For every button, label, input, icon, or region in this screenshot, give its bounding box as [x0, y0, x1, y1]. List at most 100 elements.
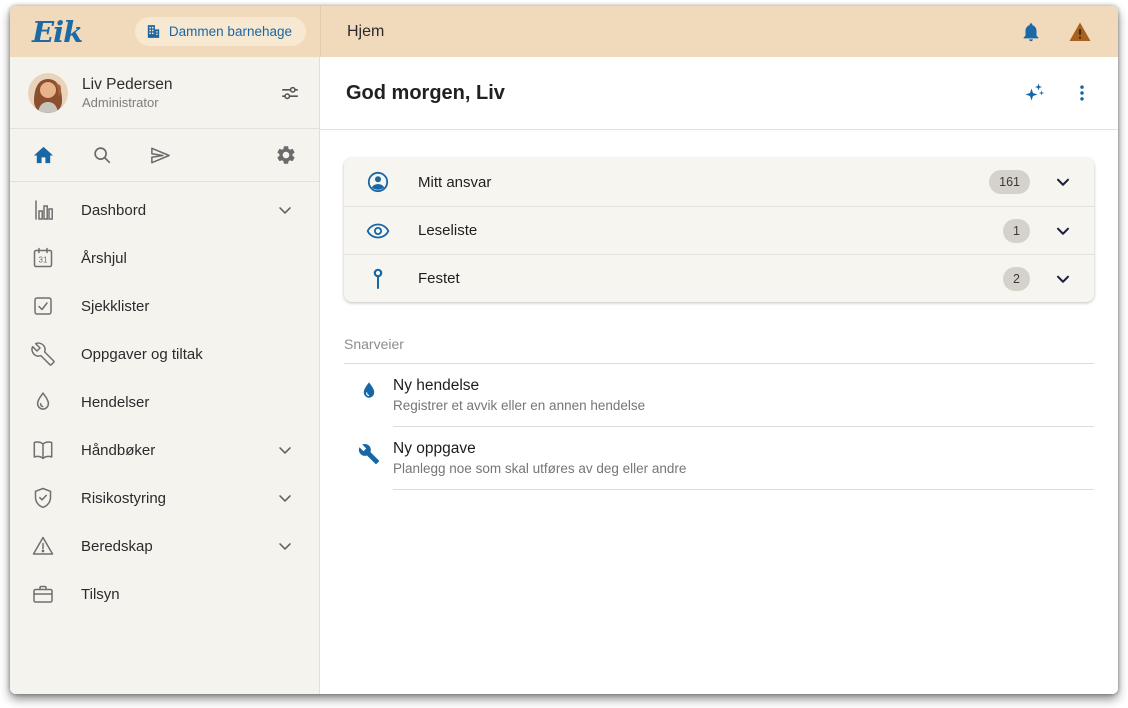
calendar-day-label: 31 [39, 256, 48, 265]
kebab-menu-icon [1072, 83, 1092, 103]
sidebar-item-hendelser[interactable]: Hendelser [10, 378, 319, 426]
droplet-icon [344, 364, 393, 427]
topbar-separator [320, 6, 321, 57]
sidebar-item-label: Dashbord [81, 202, 146, 219]
sidebar-item-beredskap[interactable]: Beredskap [10, 522, 319, 570]
sidebar: Liv Pedersen Administrator [10, 57, 320, 694]
shortcuts-section: Snarveier Ny hendelse Registrer et avvik… [344, 336, 1094, 490]
bell-icon [1020, 21, 1042, 43]
user-meta: Liv Pedersen Administrator [82, 75, 172, 111]
sidebar-item-label: Sjekklister [81, 298, 149, 315]
main-content: Mitt ansvar 161 Leseliste [320, 130, 1118, 694]
tune-icon [279, 82, 301, 104]
count-badge: 2 [1003, 267, 1030, 291]
search-button[interactable] [91, 144, 113, 166]
main-header-actions [1022, 81, 1092, 105]
page-title: Hjem [347, 23, 384, 41]
chevron-down-icon[interactable] [1052, 268, 1074, 290]
home-icon [32, 144, 55, 167]
main-area: God morgen, Liv [320, 57, 1118, 694]
org-selector-button[interactable]: Dammen barnehage [135, 17, 306, 46]
count-badge: 161 [989, 170, 1030, 194]
settings-button[interactable] [275, 144, 297, 166]
app-body: Liv Pedersen Administrator [10, 57, 1118, 694]
sidebar-item-handboker[interactable]: Håndbøker [10, 426, 319, 474]
sidebar-item-label: Hendelser [81, 394, 149, 411]
accordion-leseliste[interactable]: Leseliste 1 [344, 206, 1094, 254]
sidebar-item-sjekklister[interactable]: Sjekklister [10, 282, 319, 330]
chevron-down-icon[interactable] [1052, 171, 1074, 193]
greeting-title: God morgen, Liv [346, 82, 505, 105]
accordion-card: Mitt ansvar 161 Leseliste [344, 158, 1094, 302]
gear-icon [275, 144, 297, 166]
user-profile[interactable]: Liv Pedersen Administrator [10, 57, 319, 128]
sidebar-quick-actions [10, 129, 319, 181]
shortcut-body: Ny oppgave Planlegg noe som skal utføres… [393, 427, 1094, 490]
avatar [28, 73, 68, 113]
search-icon [91, 144, 113, 166]
topbar-left: Eik Dammen barnehage [10, 6, 320, 57]
accordion-festet[interactable]: Festet 2 [344, 254, 1094, 302]
sidebar-item-risikostyring[interactable]: Risikostyring [10, 474, 319, 522]
ai-assistant-button[interactable] [1022, 81, 1046, 105]
topbar-actions [1020, 20, 1092, 44]
sidebar-item-arshjul[interactable]: 31 Årshjul [10, 234, 319, 282]
main-header: God morgen, Liv [320, 57, 1118, 130]
sidebar-item-label: Beredskap [81, 538, 153, 555]
shortcut-description: Registrer et avvik eller en annen hendel… [393, 398, 1094, 413]
sidebar-item-dashbord[interactable]: Dashbord [10, 186, 319, 234]
sparkles-icon [1022, 81, 1046, 105]
pin-icon [366, 267, 390, 291]
accordion-label: Festet [418, 270, 460, 287]
book-icon [31, 438, 55, 462]
chevron-down-icon [275, 536, 295, 556]
sidebar-item-label: Tilsyn [81, 586, 120, 603]
topbar: Eik Dammen barnehage Hjem [10, 6, 1118, 57]
shield-check-icon [31, 486, 55, 510]
checkbox-icon [31, 294, 55, 318]
accordion-label: Leseliste [418, 222, 477, 239]
shortcut-description: Planlegg noe som skal utføres av deg ell… [393, 461, 1094, 476]
chevron-down-icon[interactable] [1052, 220, 1074, 242]
user-role: Administrator [82, 95, 172, 111]
shortcut-title: Ny oppgave [393, 439, 1094, 459]
send-icon [149, 144, 172, 167]
account-circle-icon [366, 170, 390, 194]
app-window: Eik Dammen barnehage Hjem [10, 6, 1118, 694]
chevron-down-icon [275, 200, 295, 220]
send-button[interactable] [149, 144, 172, 167]
shortcut-ny-hendelse[interactable]: Ny hendelse Registrer et avvik eller en … [344, 364, 1094, 427]
shortcut-title: Ny hendelse [393, 376, 1094, 396]
chevron-down-icon [275, 440, 295, 460]
accordion-label: Mitt ansvar [418, 174, 491, 191]
accordion-mitt-ansvar[interactable]: Mitt ansvar 161 [344, 158, 1094, 206]
sidebar-item-label: Årshjul [81, 250, 127, 267]
count-badge: 1 [1003, 219, 1030, 243]
bar-chart-icon [31, 198, 55, 222]
eye-icon [366, 219, 390, 243]
home-button[interactable] [32, 144, 55, 167]
sidebar-item-label: Håndbøker [81, 442, 155, 459]
org-badge-label: Dammen barnehage [169, 24, 292, 39]
more-options-button[interactable] [1072, 83, 1092, 103]
building-icon [145, 23, 162, 40]
alerts-warning-button[interactable] [1068, 20, 1092, 44]
sidebar-item-oppgaver[interactable]: Oppgaver og tiltak [10, 330, 319, 378]
wrench-icon [31, 342, 55, 366]
chevron-down-icon [275, 488, 295, 508]
warning-triangle-icon [31, 534, 55, 558]
sidebar-item-label: Risikostyring [81, 490, 166, 507]
user-name: Liv Pedersen [82, 75, 172, 94]
calendar-icon: 31 [31, 246, 55, 270]
shortcut-ny-oppgave[interactable]: Ny oppgave Planlegg noe som skal utføres… [344, 427, 1094, 490]
app-logo[interactable]: Eik [32, 15, 82, 49]
warning-triangle-icon [1068, 20, 1092, 44]
notifications-bell-button[interactable] [1020, 21, 1042, 43]
sidebar-item-tilsyn[interactable]: Tilsyn [10, 570, 319, 618]
sidebar-item-label: Oppgaver og tiltak [81, 346, 203, 363]
shortcut-body: Ny hendelse Registrer et avvik eller en … [393, 364, 1094, 427]
wrench-icon [344, 427, 393, 490]
sidebar-nav: Dashbord 31 Årshjul Sjekklister [10, 182, 319, 618]
droplet-icon [31, 390, 55, 414]
tune-filters-button[interactable] [279, 82, 301, 104]
